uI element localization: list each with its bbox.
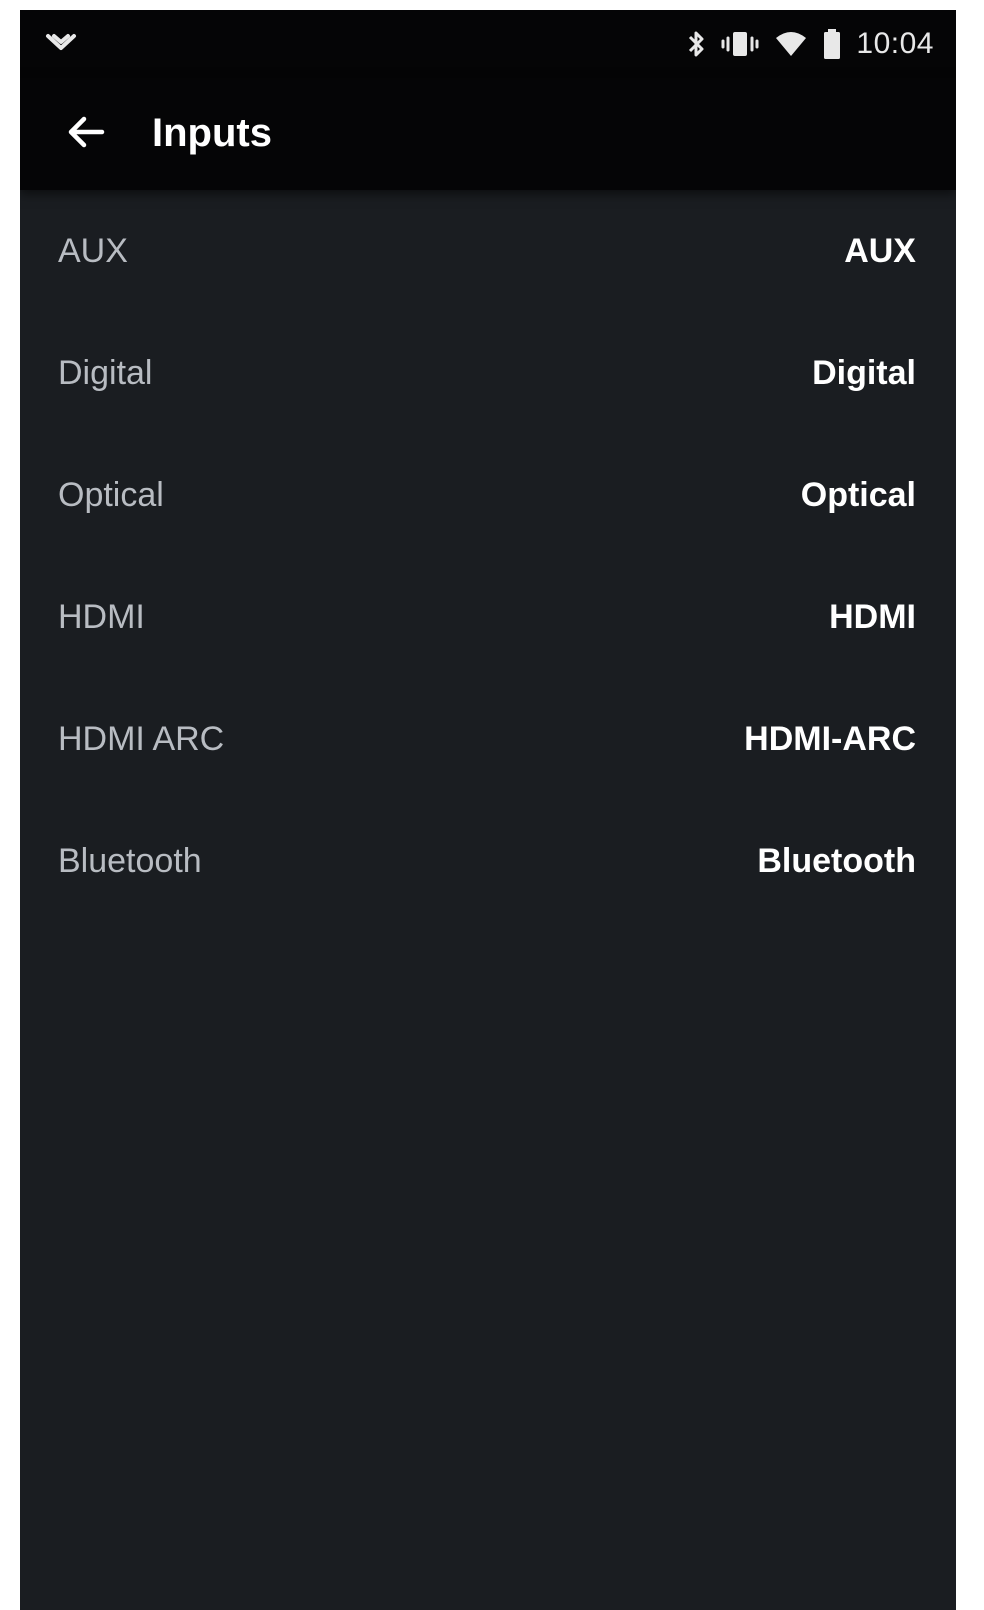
status-icons: 10:04 bbox=[686, 24, 934, 64]
app-bar: Inputs bbox=[20, 78, 956, 190]
status-time: 10:04 bbox=[856, 27, 934, 60]
input-value: Bluetooth bbox=[757, 842, 916, 880]
notification-chevron-icon bbox=[44, 28, 78, 58]
back-button[interactable] bbox=[52, 100, 120, 168]
page-title: Inputs bbox=[152, 111, 272, 155]
input-row-aux[interactable]: AUX AUX bbox=[20, 190, 956, 312]
input-row-bluetooth[interactable]: Bluetooth Bluetooth bbox=[20, 800, 956, 922]
arrow-left-icon bbox=[66, 114, 106, 155]
battery-icon bbox=[822, 28, 842, 60]
input-row-digital[interactable]: Digital Digital bbox=[20, 312, 956, 434]
vibrate-icon bbox=[720, 28, 760, 60]
status-bar: 10:04 bbox=[20, 10, 956, 78]
inputs-list: AUX AUX Digital Digital Optical Optical … bbox=[20, 190, 956, 922]
input-value: HDMI-ARC bbox=[744, 720, 916, 758]
input-value: Digital bbox=[812, 354, 916, 392]
wifi-icon bbox=[774, 30, 808, 58]
input-label: Optical bbox=[58, 476, 164, 514]
input-value: AUX bbox=[844, 232, 916, 270]
input-row-optical[interactable]: Optical Optical bbox=[20, 434, 956, 556]
input-row-hdmi-arc[interactable]: HDMI ARC HDMI-ARC bbox=[20, 678, 956, 800]
phone-screen: 10:04 Inputs AUX AUX Digital Digital Opt… bbox=[20, 10, 956, 1610]
bluetooth-icon bbox=[686, 28, 706, 60]
input-value: HDMI bbox=[829, 598, 916, 636]
input-label: Digital bbox=[58, 354, 153, 392]
input-label: AUX bbox=[58, 232, 128, 270]
input-row-hdmi[interactable]: HDMI HDMI bbox=[20, 556, 956, 678]
input-label: HDMI ARC bbox=[58, 720, 225, 758]
input-label: HDMI bbox=[58, 598, 145, 636]
input-label: Bluetooth bbox=[58, 842, 202, 880]
input-value: Optical bbox=[800, 476, 916, 514]
